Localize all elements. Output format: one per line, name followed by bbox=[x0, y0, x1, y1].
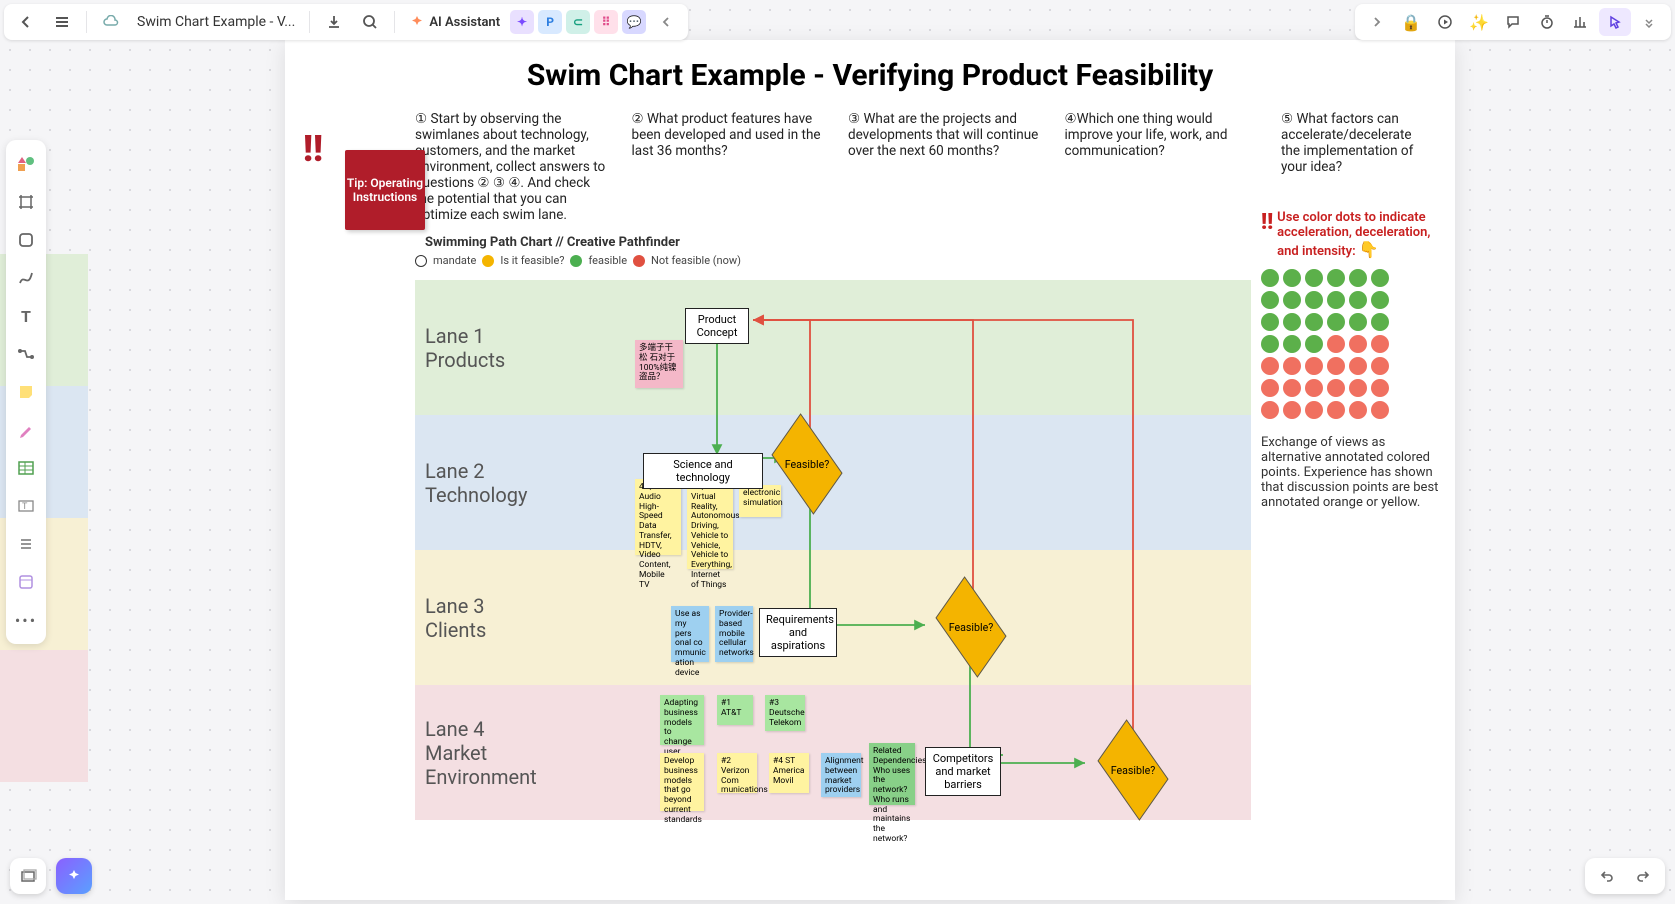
timer-icon[interactable] bbox=[1531, 8, 1563, 36]
document-title[interactable]: Swim Chart Example - V... bbox=[137, 14, 295, 30]
sticky-m-g4[interactable]: Related Dependencies Who uses the networ… bbox=[869, 743, 915, 805]
ai-assistant-button[interactable]: AI Assistant bbox=[403, 14, 506, 30]
textbox-tool[interactable]: T bbox=[10, 488, 42, 524]
cloud-icon[interactable] bbox=[95, 8, 127, 36]
sticky-m-g1[interactable]: Adapting business models to change user … bbox=[660, 695, 704, 745]
tip-box[interactable]: Tip: Operating Instructions bbox=[345, 150, 425, 230]
tool-chip-dots[interactable]: ⠿ bbox=[594, 10, 618, 34]
lane-label: Lane 1 Products bbox=[415, 324, 535, 372]
curve-tool[interactable] bbox=[10, 260, 42, 296]
svg-text:T: T bbox=[22, 502, 28, 512]
diamond-feasible-3[interactable]: Feasible? bbox=[1097, 719, 1168, 820]
legend-dot-notfeasible bbox=[633, 255, 645, 267]
connector-tool[interactable] bbox=[10, 336, 42, 372]
lane-label: Lane 4 Market Environment bbox=[415, 717, 535, 789]
lane-label: Lane 3 Clients bbox=[415, 594, 535, 642]
top-toolbar-right: 🔒 ✨ bbox=[1355, 4, 1671, 40]
sticky-m-y2[interactable]: #2 Verizon Com munications bbox=[717, 753, 757, 793]
legend-dot-feasible bbox=[570, 255, 582, 267]
expand-right-icon[interactable] bbox=[1361, 8, 1393, 36]
diamond-feasible-2[interactable]: Feasible? bbox=[935, 576, 1006, 677]
sticky-m-b1[interactable]: Alignment between market providers bbox=[821, 753, 861, 797]
chevron-down-icon[interactable] bbox=[1633, 8, 1665, 36]
sticky-tool[interactable] bbox=[10, 374, 42, 410]
table-tool[interactable] bbox=[10, 450, 42, 486]
node-science[interactable]: Science and technology bbox=[643, 453, 763, 489]
redo-button[interactable] bbox=[1627, 862, 1659, 890]
q3: ③ What are the projects and developments… bbox=[848, 111, 1045, 223]
sparkle-icon[interactable]: ✨ bbox=[1463, 8, 1495, 36]
tool-chip-chat[interactable]: 💬 bbox=[622, 10, 646, 34]
more-tools[interactable]: ••• bbox=[10, 602, 42, 638]
tool-chip-c[interactable]: ⊂ bbox=[566, 10, 590, 34]
shape-tool[interactable] bbox=[10, 222, 42, 258]
exchange-text: Exchange of views as alternative annotat… bbox=[1261, 435, 1441, 510]
top-toolbar: Swim Chart Example - V... AI Assistant ✦… bbox=[4, 4, 688, 40]
lane-technology: Lane 2 Technology Science and technology… bbox=[415, 415, 1251, 550]
sticky-tech-2[interactable]: 5G, Virtual Reality, Autonomous Driving,… bbox=[687, 479, 733, 569]
sticky-pink-1[interactable]: 多端子干松 石对于 100%纯镍 盗品？ bbox=[635, 340, 683, 388]
text-tool[interactable]: T bbox=[10, 298, 42, 334]
sticky-m-g2[interactable]: #1 AT&T bbox=[717, 695, 753, 725]
legend-dot-feasibleq bbox=[482, 255, 494, 267]
sticky-client-2[interactable]: Provider-based mobile cellular networks bbox=[715, 606, 753, 662]
right-info-column: !! Use color dots to indicate accelerati… bbox=[1261, 210, 1441, 510]
document-page: Swim Chart Example - Verifying Product F… bbox=[285, 40, 1455, 900]
search-button[interactable] bbox=[354, 8, 386, 36]
undo-button[interactable] bbox=[1591, 862, 1623, 890]
menu-button[interactable] bbox=[46, 8, 78, 36]
download-button[interactable] bbox=[318, 8, 350, 36]
legend-dot-mandate bbox=[415, 255, 427, 267]
cursor-icon[interactable] bbox=[1599, 8, 1631, 36]
q1: ① Start by observing the swimlanes about… bbox=[415, 111, 612, 223]
list-tool[interactable] bbox=[10, 526, 42, 562]
ai-icon bbox=[409, 14, 425, 30]
lock-icon[interactable]: 🔒 bbox=[1395, 8, 1427, 36]
color-dot-instruction: !! Use color dots to indicate accelerati… bbox=[1261, 210, 1441, 259]
lane-market: Lane 4 Market Environment Adapting busin… bbox=[415, 685, 1251, 820]
collapse-left-icon[interactable] bbox=[650, 8, 682, 36]
tool-chip-p[interactable]: P bbox=[538, 10, 562, 34]
swim-lanes: Lane 1 Products Product Concept 多端子干松 石对… bbox=[415, 280, 1251, 820]
lane-label: Lane 2 Technology bbox=[415, 459, 535, 507]
chat-icon[interactable] bbox=[1497, 8, 1529, 36]
tool-chip-1[interactable]: ✦ bbox=[510, 10, 534, 34]
sticky-m-g3[interactable]: #3 Deutsche Telekom bbox=[765, 695, 805, 731]
sticky-m-y1[interactable]: Develop business models that go beyond c… bbox=[660, 753, 704, 811]
node-competitors[interactable]: Competitors and market barriers bbox=[925, 747, 1001, 796]
back-button[interactable] bbox=[10, 8, 42, 36]
lane-products: Lane 1 Products Product Concept 多端子干松 石对… bbox=[415, 280, 1251, 415]
sticky-m-y3[interactable]: #4 ST America Movil bbox=[769, 753, 809, 793]
card-tool[interactable] bbox=[10, 564, 42, 600]
play-icon[interactable] bbox=[1429, 8, 1461, 36]
undo-redo-bar bbox=[1585, 858, 1665, 894]
frame-tool[interactable] bbox=[10, 184, 42, 220]
left-strip-pink bbox=[0, 650, 88, 782]
ai-fab-button[interactable] bbox=[56, 858, 92, 894]
q5: ⑤ What factors can accelerate/decelerate… bbox=[1281, 111, 1431, 223]
q2: ② What product features have been develo… bbox=[632, 111, 829, 223]
lane-clients: Lane 3 Clients Use as my pers onal co mm… bbox=[415, 550, 1251, 685]
sticky-client-1[interactable]: Use as my pers onal co mmunic ation devi… bbox=[671, 606, 709, 662]
sticky-tech-1[interactable]: 4G, Live Audio High-Speed Data Transfer,… bbox=[635, 479, 681, 555]
bang-icon: !! bbox=[303, 128, 323, 170]
node-product-concept[interactable]: Product Concept bbox=[685, 308, 749, 344]
color-dots-grid[interactable] bbox=[1261, 269, 1407, 419]
q4: ④Which one thing would improve your life… bbox=[1065, 111, 1262, 223]
chart-icon[interactable] bbox=[1565, 8, 1597, 36]
left-sidebar: T T ••• bbox=[6, 140, 46, 644]
node-requirements[interactable]: Requirements and aspirations bbox=[759, 608, 837, 657]
layers-button[interactable] bbox=[10, 858, 46, 894]
shapes-tool[interactable] bbox=[10, 146, 42, 182]
ai-label: AI Assistant bbox=[429, 15, 500, 30]
questions-row: ① Start by observing the swimlanes about… bbox=[285, 93, 1455, 229]
sticky-tech-3[interactable]: electronic simulation bbox=[739, 485, 781, 517]
pen-tool[interactable] bbox=[10, 412, 42, 448]
page-title: Swim Chart Example - Verifying Product F… bbox=[285, 58, 1455, 93]
